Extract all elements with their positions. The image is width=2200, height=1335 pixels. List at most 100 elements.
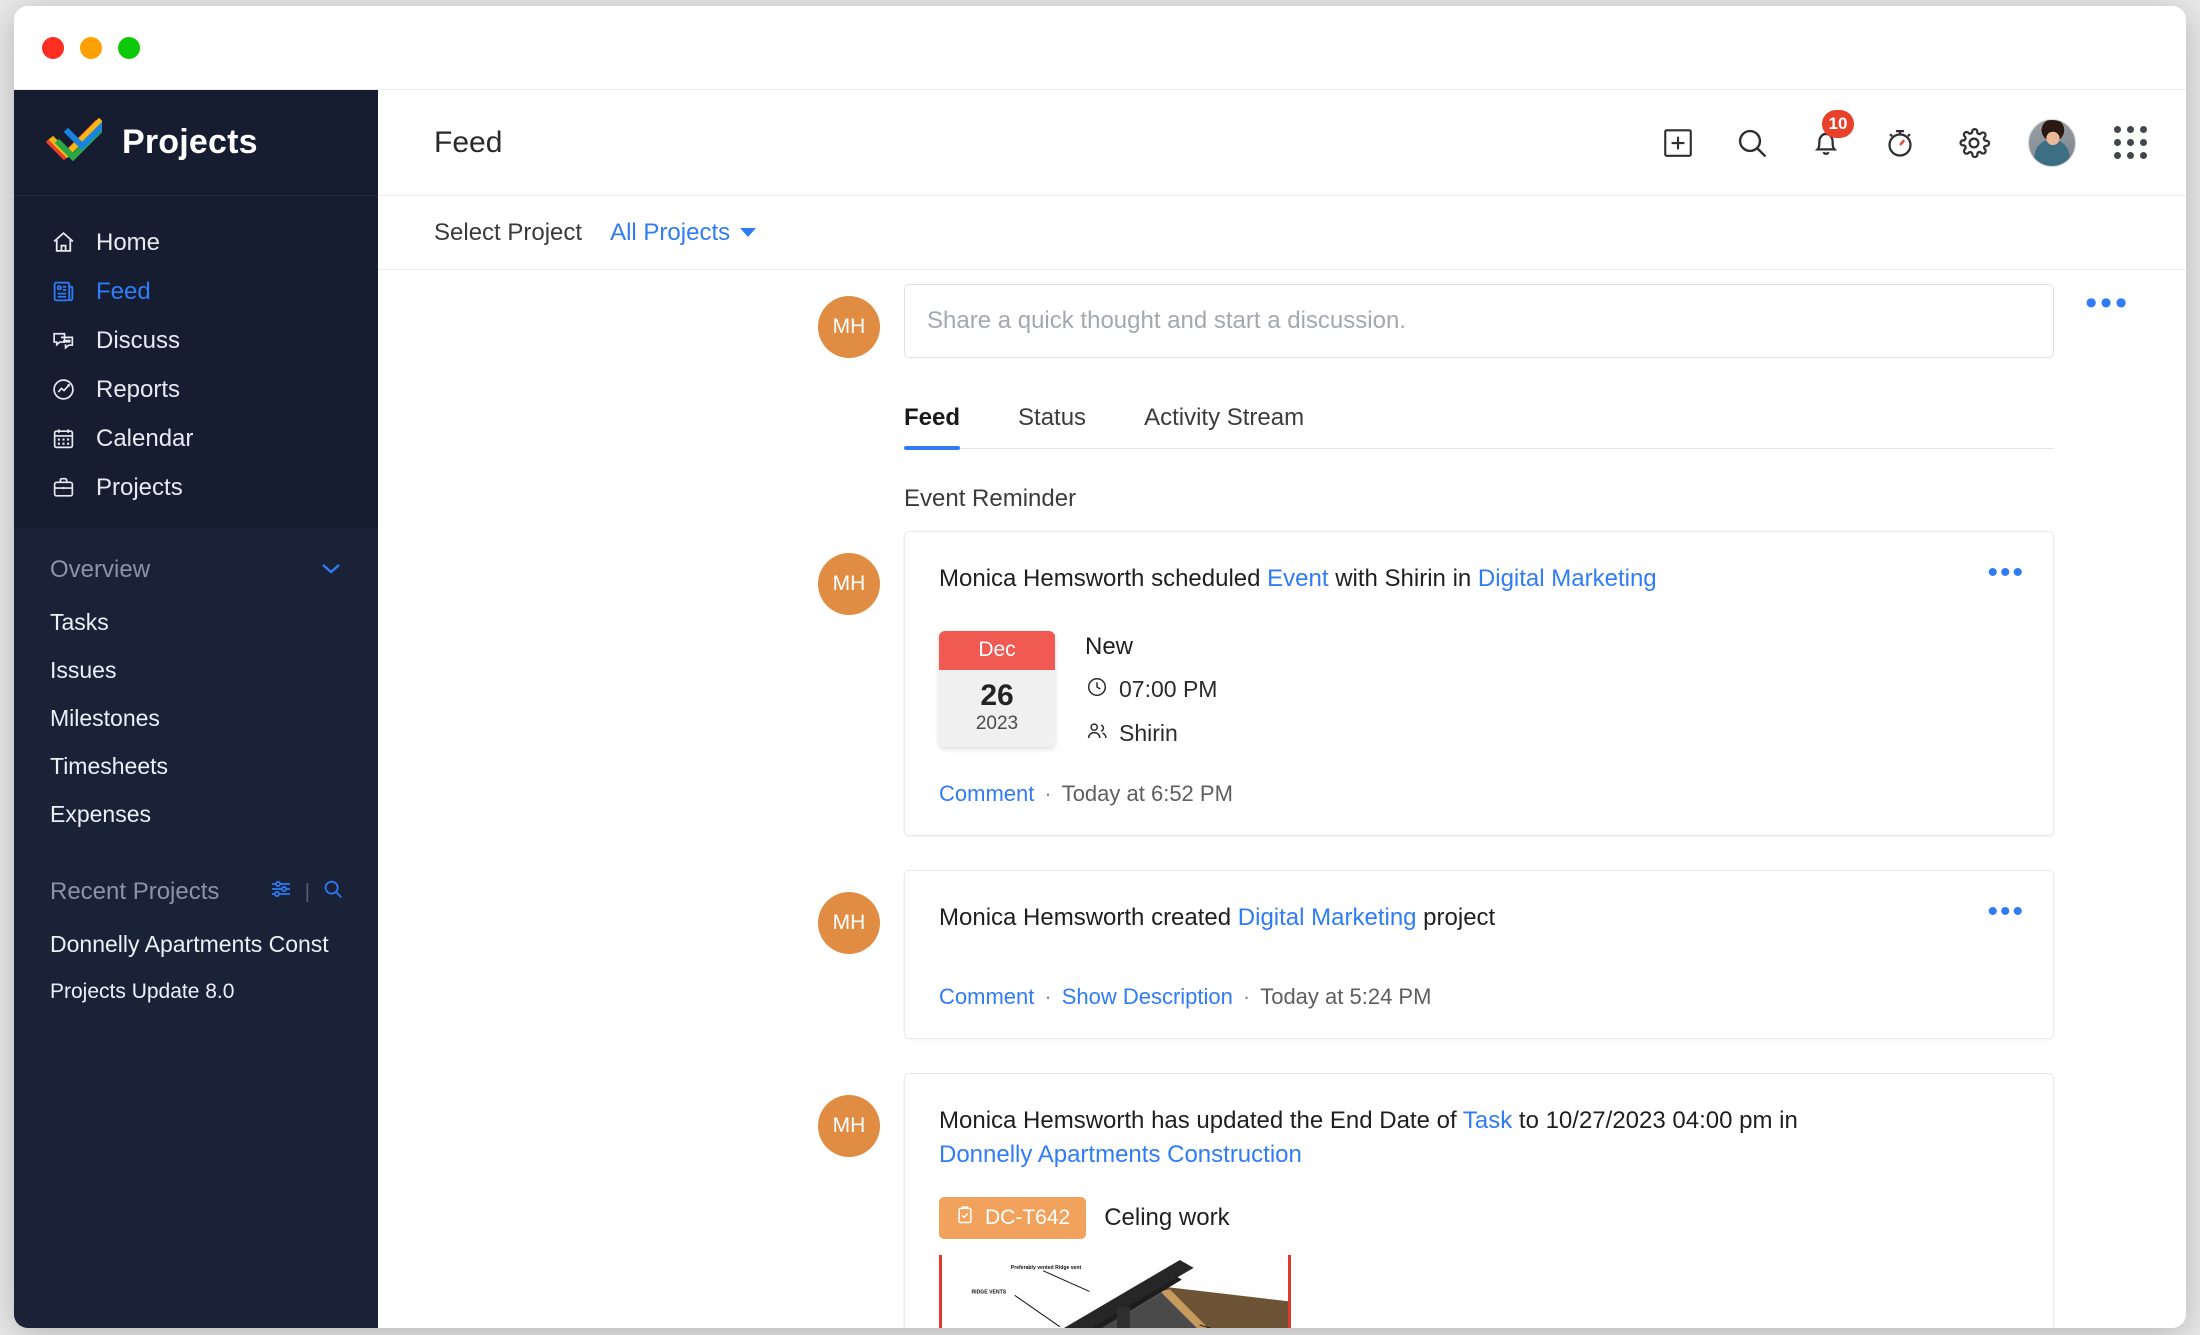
sidebar-item-label: Feed — [96, 277, 151, 305]
sidebar-item-projects[interactable]: Projects — [14, 463, 378, 512]
sidebar-lower: Overview Tasks Issues Milestones Timeshe… — [14, 528, 378, 1328]
sidebar-item-label: Expenses — [50, 800, 152, 827]
event-attendee: Shirin — [1119, 720, 1178, 747]
sidebar-item-home[interactable]: Home — [14, 218, 378, 267]
tab-feed[interactable]: Feed — [904, 404, 961, 450]
sidebar-recent-project-1[interactable]: Projects Update 8.0 — [14, 968, 378, 1016]
sidebar-item-calendar[interactable]: Calendar — [14, 414, 378, 463]
post-link-project[interactable]: Digital Marketing — [1478, 565, 1657, 592]
event-block: Dec 26 2023 New 07:00 PM Shirin — [939, 630, 2019, 749]
sidebar-item-reports[interactable]: Reports — [14, 365, 378, 414]
sidebar-item-label: Issues — [50, 656, 117, 683]
attachment-image[interactable]: RIDGE VENTS Preferably vented Ridge vent… — [939, 1255, 1291, 1328]
sliders-icon[interactable] — [269, 878, 293, 906]
task-id-badge[interactable]: DC-T642 — [939, 1197, 1087, 1240]
settings-gear-icon[interactable] — [1954, 123, 1994, 163]
post-text: Monica Hemsworth scheduled Event with Sh… — [939, 562, 1939, 597]
brand-header[interactable]: Projects — [14, 90, 378, 196]
event-time: 07:00 PM — [1119, 676, 1218, 703]
sidebar-item-milestones[interactable]: Milestones — [14, 694, 378, 742]
tab-status[interactable]: Status — [1018, 404, 1086, 448]
post-link-project[interactable]: Digital Marketing — [1238, 904, 1417, 931]
post-more-options-button[interactable]: ••• — [1987, 896, 2025, 927]
separator: · — [1242, 983, 1251, 1009]
post-timestamp: Today at 5:24 PM — [1260, 983, 1432, 1009]
post-card: ••• Monica Hemsworth created Digital Mar… — [904, 869, 2054, 1039]
event-date-card: Dec 26 2023 — [939, 630, 1055, 747]
minimize-window-button[interactable] — [80, 36, 102, 59]
topbar: Feed 10 — [378, 90, 2186, 196]
notifications-icon[interactable]: 10 — [1806, 109, 1854, 163]
sidebar-recent-project-0[interactable]: Donnelly Apartments Const — [14, 920, 378, 968]
sidebar-item-label: Home — [96, 228, 161, 256]
post-card: Monica Hemsworth has updated the End Dat… — [904, 1072, 2054, 1328]
sidebar-item-label: Donnelly Apartments Const — [50, 930, 329, 957]
post-text: Monica Hemsworth has updated the End Dat… — [939, 1104, 1859, 1174]
sidebar-item-label: Calendar — [96, 424, 194, 452]
user-avatar[interactable] — [2028, 118, 2076, 167]
composer-input[interactable]: Share a quick thought and start a discus… — [904, 284, 2054, 358]
post-text-part: Monica Hemsworth created — [939, 903, 1238, 931]
sidebar-item-issues[interactable]: Issues — [14, 646, 378, 694]
avatar: MH — [818, 553, 880, 615]
post-more-options-button[interactable]: ••• — [1987, 558, 2025, 588]
topbar-icons: 10 — [1658, 109, 2150, 167]
composer-row: MH Share a quick thought and start a dis… — [818, 284, 2186, 358]
sidebar-section-recent-projects: Recent Projects | — [14, 864, 378, 920]
svg-text:RIDGE VENTS: RIDGE VENTS — [971, 1290, 1006, 1296]
search-icon[interactable] — [322, 878, 344, 907]
search-icon[interactable] — [1732, 123, 1772, 163]
feed-post: MH Monica Hemsworth has updated the End … — [818, 1072, 2186, 1328]
post-footer: Comment · Show Description · Today at 5:… — [939, 984, 2019, 1010]
avatar: MH — [818, 296, 880, 358]
post-link-task[interactable]: Task — [1463, 1107, 1512, 1134]
task-tag-row: DC-T642 Celing work — [939, 1197, 2019, 1240]
sidebar-item-timesheets[interactable]: Timesheets — [14, 742, 378, 790]
tab-activity-stream[interactable]: Activity Stream — [1144, 404, 1304, 448]
discuss-icon — [50, 328, 76, 354]
show-description-button[interactable]: Show Description — [1062, 984, 1233, 1010]
comment-button[interactable]: Comment — [939, 984, 1034, 1010]
post-text-part: Monica Hemsworth has updated the End Dat… — [939, 1106, 1463, 1134]
post-link-project[interactable]: Donnelly Apartments Construction — [939, 1141, 1302, 1168]
event-title: New — [1085, 632, 1134, 660]
separator: · — [1044, 780, 1052, 806]
timer-icon[interactable] — [1880, 123, 1920, 163]
home-icon — [50, 230, 76, 256]
maximize-window-button[interactable] — [118, 36, 140, 59]
traffic-lights — [42, 36, 140, 59]
task-title: Celing work — [1104, 1204, 1230, 1232]
feed-post: MH ••• Monica Hemsworth created Digital … — [818, 869, 2186, 1039]
sidebar-item-discuss[interactable]: Discuss — [14, 316, 378, 365]
sidebar-item-label: Milestones — [50, 704, 160, 731]
clipboard-icon — [955, 1205, 975, 1231]
sidebar-item-label: Reports — [96, 375, 181, 403]
comment-button[interactable]: Comment — [939, 781, 1034, 807]
post-text-part: project — [1416, 903, 1496, 931]
sidebar-item-label: Timesheets — [50, 752, 169, 779]
post-text-part: Monica Hemsworth scheduled — [939, 565, 1268, 592]
sidebar-item-label: Projects Update 8.0 — [50, 980, 235, 1003]
chevron-down-icon[interactable] — [318, 559, 344, 582]
close-window-button[interactable] — [42, 36, 64, 59]
sidebar: Projects Home Feed Discuss Reports Calen… — [14, 90, 378, 1328]
sidebar-item-feed[interactable]: Feed — [14, 267, 378, 316]
apps-grid-icon[interactable] — [2110, 123, 2150, 163]
svg-text:Preferably vented Ridge vent: Preferably vented Ridge vent — [1011, 1265, 1082, 1271]
brand-name: Projects — [122, 123, 258, 161]
calendar-icon — [50, 426, 76, 452]
sidebar-section-overview[interactable]: Overview — [14, 542, 378, 598]
post-link-event[interactable]: Event — [1267, 565, 1328, 592]
post-text-part: with Shirin in — [1328, 565, 1478, 592]
select-project-label: Select Project — [434, 218, 583, 246]
sidebar-item-tasks[interactable]: Tasks — [14, 598, 378, 646]
projects-icon — [50, 475, 76, 501]
event-day: 26 — [980, 679, 1014, 713]
sidebar-section-label: Recent Projects — [50, 878, 220, 905]
window-titlebar — [14, 6, 2186, 90]
project-dropdown[interactable]: All Projects — [610, 219, 757, 247]
sidebar-item-expenses[interactable]: Expenses — [14, 790, 378, 838]
add-icon[interactable] — [1658, 123, 1698, 163]
avatar: MH — [818, 1094, 880, 1157]
event-time-row: 07:00 PM — [1085, 675, 1217, 705]
